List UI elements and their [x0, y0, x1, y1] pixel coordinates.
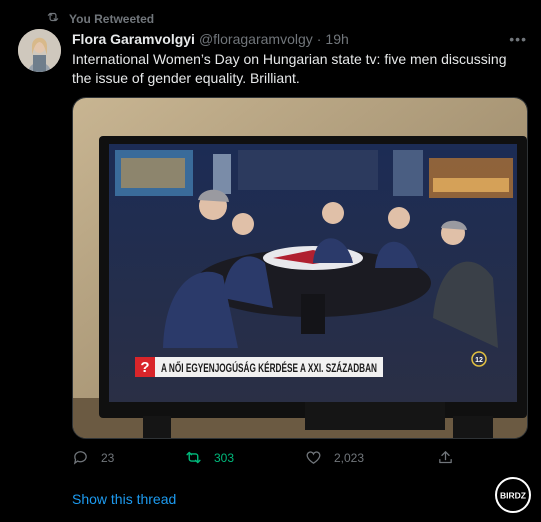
tweet-actions: 23 303 2,023 [72, 449, 526, 469]
avatar[interactable] [18, 29, 61, 72]
retweet-label: You Retweeted [69, 11, 155, 26]
retweet-icon [46, 10, 60, 27]
heart-icon [306, 451, 321, 464]
reply-count: 23 [101, 450, 115, 465]
tweet-timestamp[interactable]: 19h [325, 31, 348, 47]
channel-badge: 12 [475, 357, 483, 364]
like-button[interactable]: 2,023 [305, 449, 364, 466]
tweet-text: International Women’s Day on Hungarian s… [72, 51, 507, 86]
share-icon [439, 451, 452, 464]
tweet-header: Flora Garamvolgyi @floragaramvolgy · 19h… [72, 31, 527, 47]
retweet-button[interactable]: 303 [185, 449, 234, 466]
reply-button[interactable]: 23 [72, 449, 114, 466]
author-name[interactable]: Flora Garamvolgyi [72, 31, 195, 47]
tweet-media-photo[interactable]: ? A NŐI EGYENJOGÚSÁG KÉRDÉSE A XXI. SZÁZ… [72, 97, 528, 439]
tv-photo: ? A NŐI EGYENJOGÚSÁG KÉRDÉSE A XXI. SZÁZ… [73, 98, 527, 438]
chyron-text: A NŐI EGYENJOGÚSÁG KÉRDÉSE A XXI. SZÁZAD… [161, 360, 377, 375]
birdz-watermark-logo: BIRDZ [495, 477, 531, 513]
retweet-action-icon [186, 451, 201, 464]
author-handle[interactable]: @floragaramvolgy [199, 31, 313, 47]
like-count: 2,023 [334, 450, 365, 465]
reply-icon [73, 451, 87, 465]
more-options-icon[interactable]: ••• [509, 31, 527, 47]
retweet-count: 303 [214, 450, 235, 465]
retweet-context: You Retweeted [46, 10, 154, 27]
watermark-label: BIRDZ [500, 492, 526, 501]
separator-dot: · [316, 31, 322, 47]
share-button[interactable] [437, 449, 466, 466]
chyron-mark: ? [140, 359, 149, 376]
show-thread-link[interactable]: Show this thread [72, 491, 176, 507]
